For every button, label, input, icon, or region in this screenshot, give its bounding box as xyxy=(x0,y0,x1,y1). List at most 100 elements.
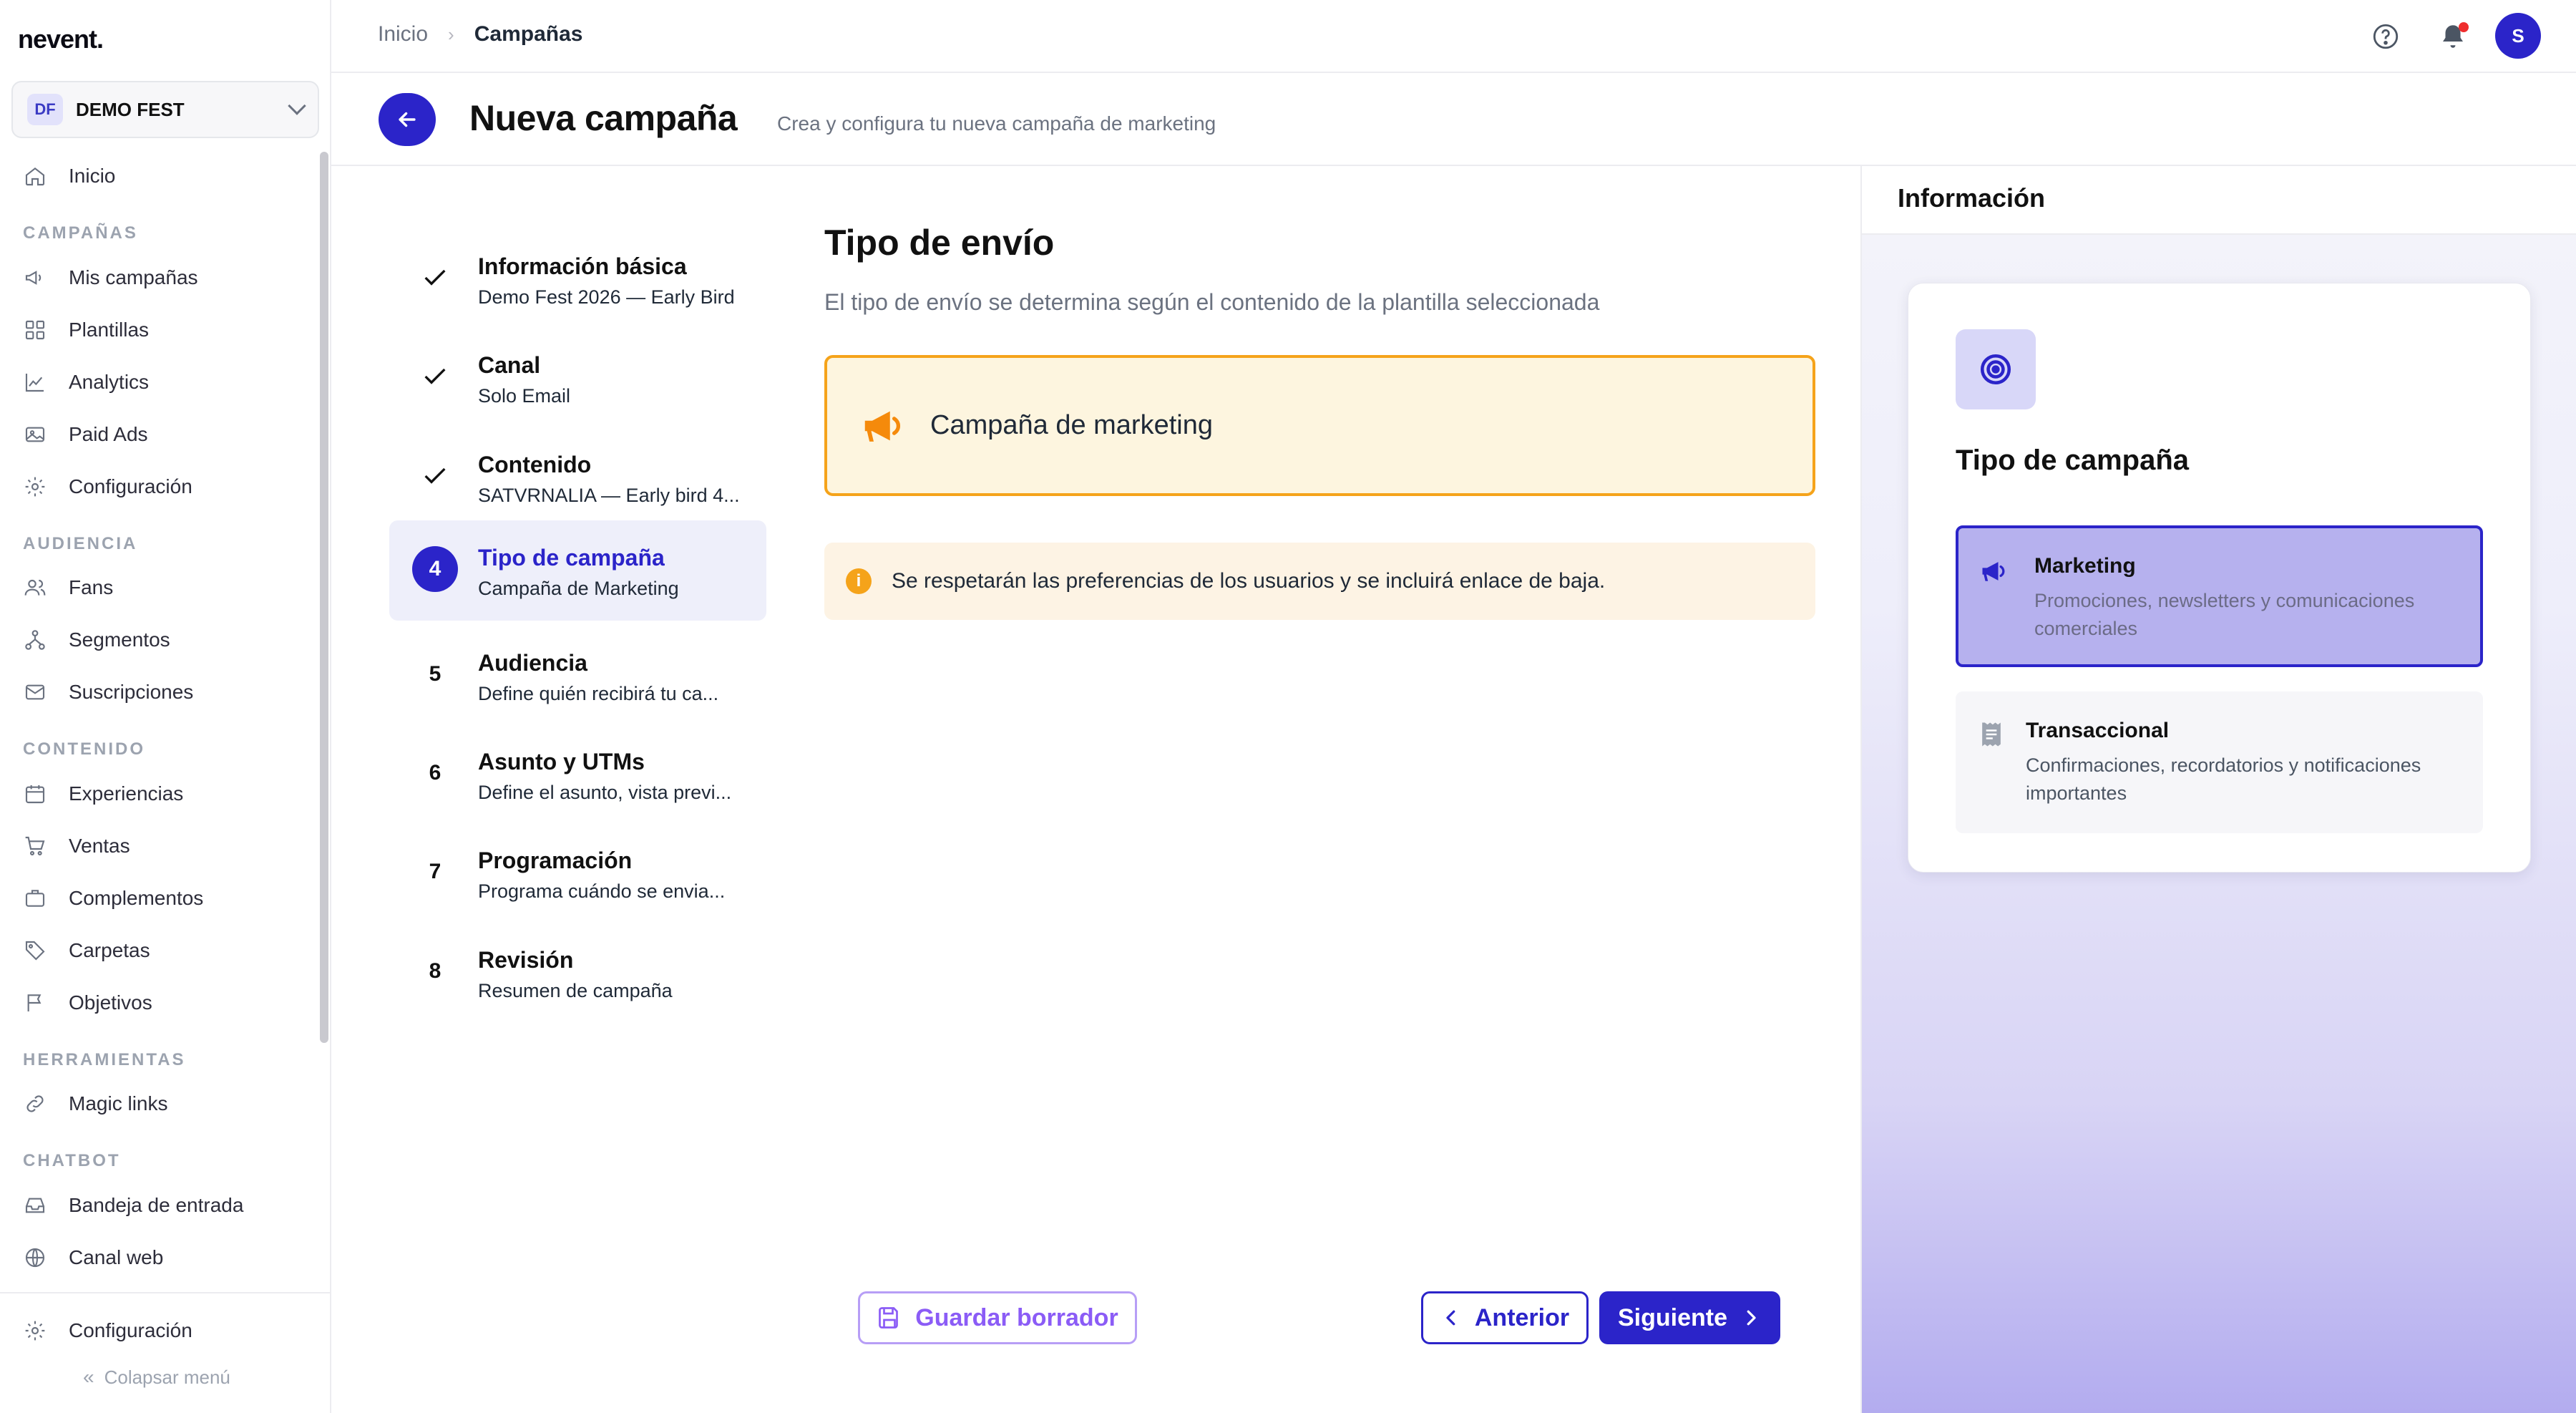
breadcrumb-home[interactable]: Inicio xyxy=(378,22,428,47)
save-icon xyxy=(879,1307,899,1329)
sidebar-item-home[interactable]: Inicio xyxy=(23,155,115,198)
step-number: 7 xyxy=(429,860,441,883)
breadcrumb: Inicio › Campañas xyxy=(378,22,582,47)
sidebar-item-web-channel[interactable]: Canal web xyxy=(23,1236,163,1279)
chevron-left-icon xyxy=(1446,1310,1455,1326)
breadcrumb-separator-icon: › xyxy=(448,23,454,45)
send-type-label: Campaña de marketing xyxy=(930,410,1213,440)
target-icon xyxy=(1956,329,2036,409)
option-transactional[interactable]: Transaccional Confirmaciones, recordator… xyxy=(1956,691,2483,833)
option-title: Transaccional xyxy=(2026,719,2170,742)
section-content: CONTENIDO xyxy=(23,739,145,759)
step-audience[interactable]: 5 Audiencia Define quién recibirá tu ca.… xyxy=(389,626,766,726)
step-desc: Resumen de campaña xyxy=(478,980,673,1001)
mail-icon xyxy=(23,680,47,704)
save-draft-label: Guardar borrador xyxy=(915,1303,1118,1331)
section-audience: AUDIENCIA xyxy=(23,534,138,553)
section-tools: HERRAMIENTAS xyxy=(23,1050,186,1069)
step-desc: SATVRNALIA — Early bird 4... xyxy=(478,485,740,506)
tag-icon xyxy=(23,938,47,963)
sidebar-item-label: Inicio xyxy=(69,165,116,187)
sidebar-item-magic-links[interactable]: Magic links xyxy=(23,1082,167,1125)
page-title: Nueva campaña xyxy=(469,98,738,138)
sidebar-item-label: Configuración xyxy=(69,475,192,497)
sidebar-item-experiences[interactable]: Experiencias xyxy=(23,772,183,815)
option-marketing[interactable]: Marketing Promociones, newsletters y com… xyxy=(1956,525,2483,667)
double-chevron-left-icon: « xyxy=(83,1366,94,1388)
step-number: 4 xyxy=(412,546,458,592)
sidebar-item-analytics[interactable]: Analytics xyxy=(23,361,149,404)
step-title: Contenido xyxy=(478,452,592,477)
flag-icon xyxy=(23,991,47,1015)
calendar-icon xyxy=(23,782,47,806)
step-subject-utms[interactable]: 6 Asunto y UTMs Define el asunto, vista … xyxy=(389,724,766,825)
step-content[interactable]: Contenido SATVRNALIA — Early bird 4... xyxy=(389,427,766,528)
receipt-icon xyxy=(1982,722,2001,747)
step-number: 5 xyxy=(429,662,441,686)
chevron-right-icon xyxy=(1747,1310,1756,1326)
sidebar-item-inbox[interactable]: Bandeja de entrada xyxy=(23,1184,243,1227)
chevron-down-icon xyxy=(288,97,306,115)
sidebar-item-sales[interactable]: Ventas xyxy=(23,825,130,868)
section-campaigns: CAMPAÑAS xyxy=(23,223,138,243)
sidebar-item-label: Segmentos xyxy=(69,628,170,651)
sidebar-item-label: Analytics xyxy=(69,371,150,393)
chart-line-icon xyxy=(23,370,47,394)
step-desc: Solo Email xyxy=(478,385,571,407)
check-icon xyxy=(412,255,458,301)
hierarchy-icon xyxy=(23,628,47,652)
send-type-card: Campaña de marketing xyxy=(824,355,1815,496)
back-button[interactable] xyxy=(379,93,436,146)
page-header: Nueva campaña Crea y configura tu nueva … xyxy=(331,73,2576,166)
sidebar-item-config[interactable]: Configuración xyxy=(23,465,192,508)
org-switcher[interactable]: DF DEMO FEST xyxy=(11,81,319,138)
option-desc: Promociones, newsletters y comunicacione… xyxy=(2034,590,2415,639)
step-basic-info[interactable]: Información básica Demo Fest 2026 — Earl… xyxy=(389,229,766,329)
step-campaign-type[interactable]: 4 Tipo de campaña Campaña de Marketing xyxy=(389,520,766,621)
sidebar-item-fans[interactable]: Fans xyxy=(23,566,113,609)
sidebar-scrollbar[interactable] xyxy=(320,152,328,1043)
previous-button[interactable]: Anterior xyxy=(1421,1291,1589,1344)
previous-label: Anterior xyxy=(1474,1303,1570,1331)
sidebar-item-label: Fans xyxy=(69,576,114,598)
next-button[interactable]: Siguiente xyxy=(1599,1291,1780,1344)
sidebar-item-settings[interactable]: Configuración xyxy=(23,1309,192,1352)
collapse-menu-button[interactable]: « Colapsar menú xyxy=(83,1366,230,1389)
campaign-type-card: Tipo de campaña Marketing Promociones, n… xyxy=(1908,283,2531,873)
option-desc: Confirmaciones, recordatorios y notifica… xyxy=(2026,754,2421,804)
step-review[interactable]: 8 Revisión Resumen de campaña xyxy=(389,923,766,1023)
sidebar-item-goals[interactable]: Objetivos xyxy=(23,981,152,1024)
inbox-icon xyxy=(23,1193,47,1218)
step-scheduling[interactable]: 7 Programación Programa cuándo se envia.… xyxy=(389,823,766,923)
org-avatar: DF xyxy=(27,94,63,125)
breadcrumb-current: Campañas xyxy=(474,22,583,46)
info-icon: i xyxy=(846,568,872,594)
sidebar-item-paid-ads[interactable]: Paid Ads xyxy=(23,413,148,456)
user-avatar[interactable]: S xyxy=(2495,13,2541,59)
megaphone-icon xyxy=(864,411,901,442)
sidebar-item-label: Canal web xyxy=(69,1246,164,1268)
sidebar: nevent. DF DEMO FEST Inicio CAMPAÑAS Mis… xyxy=(0,0,331,1413)
step-channel[interactable]: Canal Solo Email xyxy=(389,328,766,428)
sidebar-item-label: Suscripciones xyxy=(69,681,194,703)
arrow-left-icon xyxy=(399,112,416,127)
sidebar-item-label: Experiencias xyxy=(69,782,184,805)
sidebar-item-addons[interactable]: Complementos xyxy=(23,877,203,920)
step-title: Asunto y UTMs xyxy=(478,749,645,775)
step-title: Información básica xyxy=(478,253,687,279)
sidebar-item-label: Bandeja de entrada xyxy=(69,1194,244,1216)
sidebar-item-label: Magic links xyxy=(69,1092,168,1115)
sidebar-item-subscriptions[interactable]: Suscripciones xyxy=(23,671,193,714)
gear-icon xyxy=(23,475,47,499)
save-draft-button[interactable]: Guardar borrador xyxy=(858,1291,1137,1344)
sidebar-item-folders[interactable]: Carpetas xyxy=(23,929,150,972)
sidebar-item-segments[interactable]: Segmentos xyxy=(23,618,170,661)
help-icon[interactable] xyxy=(2371,21,2401,52)
sidebar-item-templates[interactable]: Plantillas xyxy=(23,309,149,351)
step-desc: Demo Fest 2026 — Early Bird xyxy=(478,286,735,308)
step-title: Audiencia xyxy=(478,650,587,676)
app-logo[interactable]: nevent. xyxy=(18,24,104,54)
collapse-menu-label: Colapsar menú xyxy=(104,1366,230,1388)
sidebar-item-my-campaigns[interactable]: Mis campañas xyxy=(23,256,198,299)
step-number: 8 xyxy=(429,959,441,983)
